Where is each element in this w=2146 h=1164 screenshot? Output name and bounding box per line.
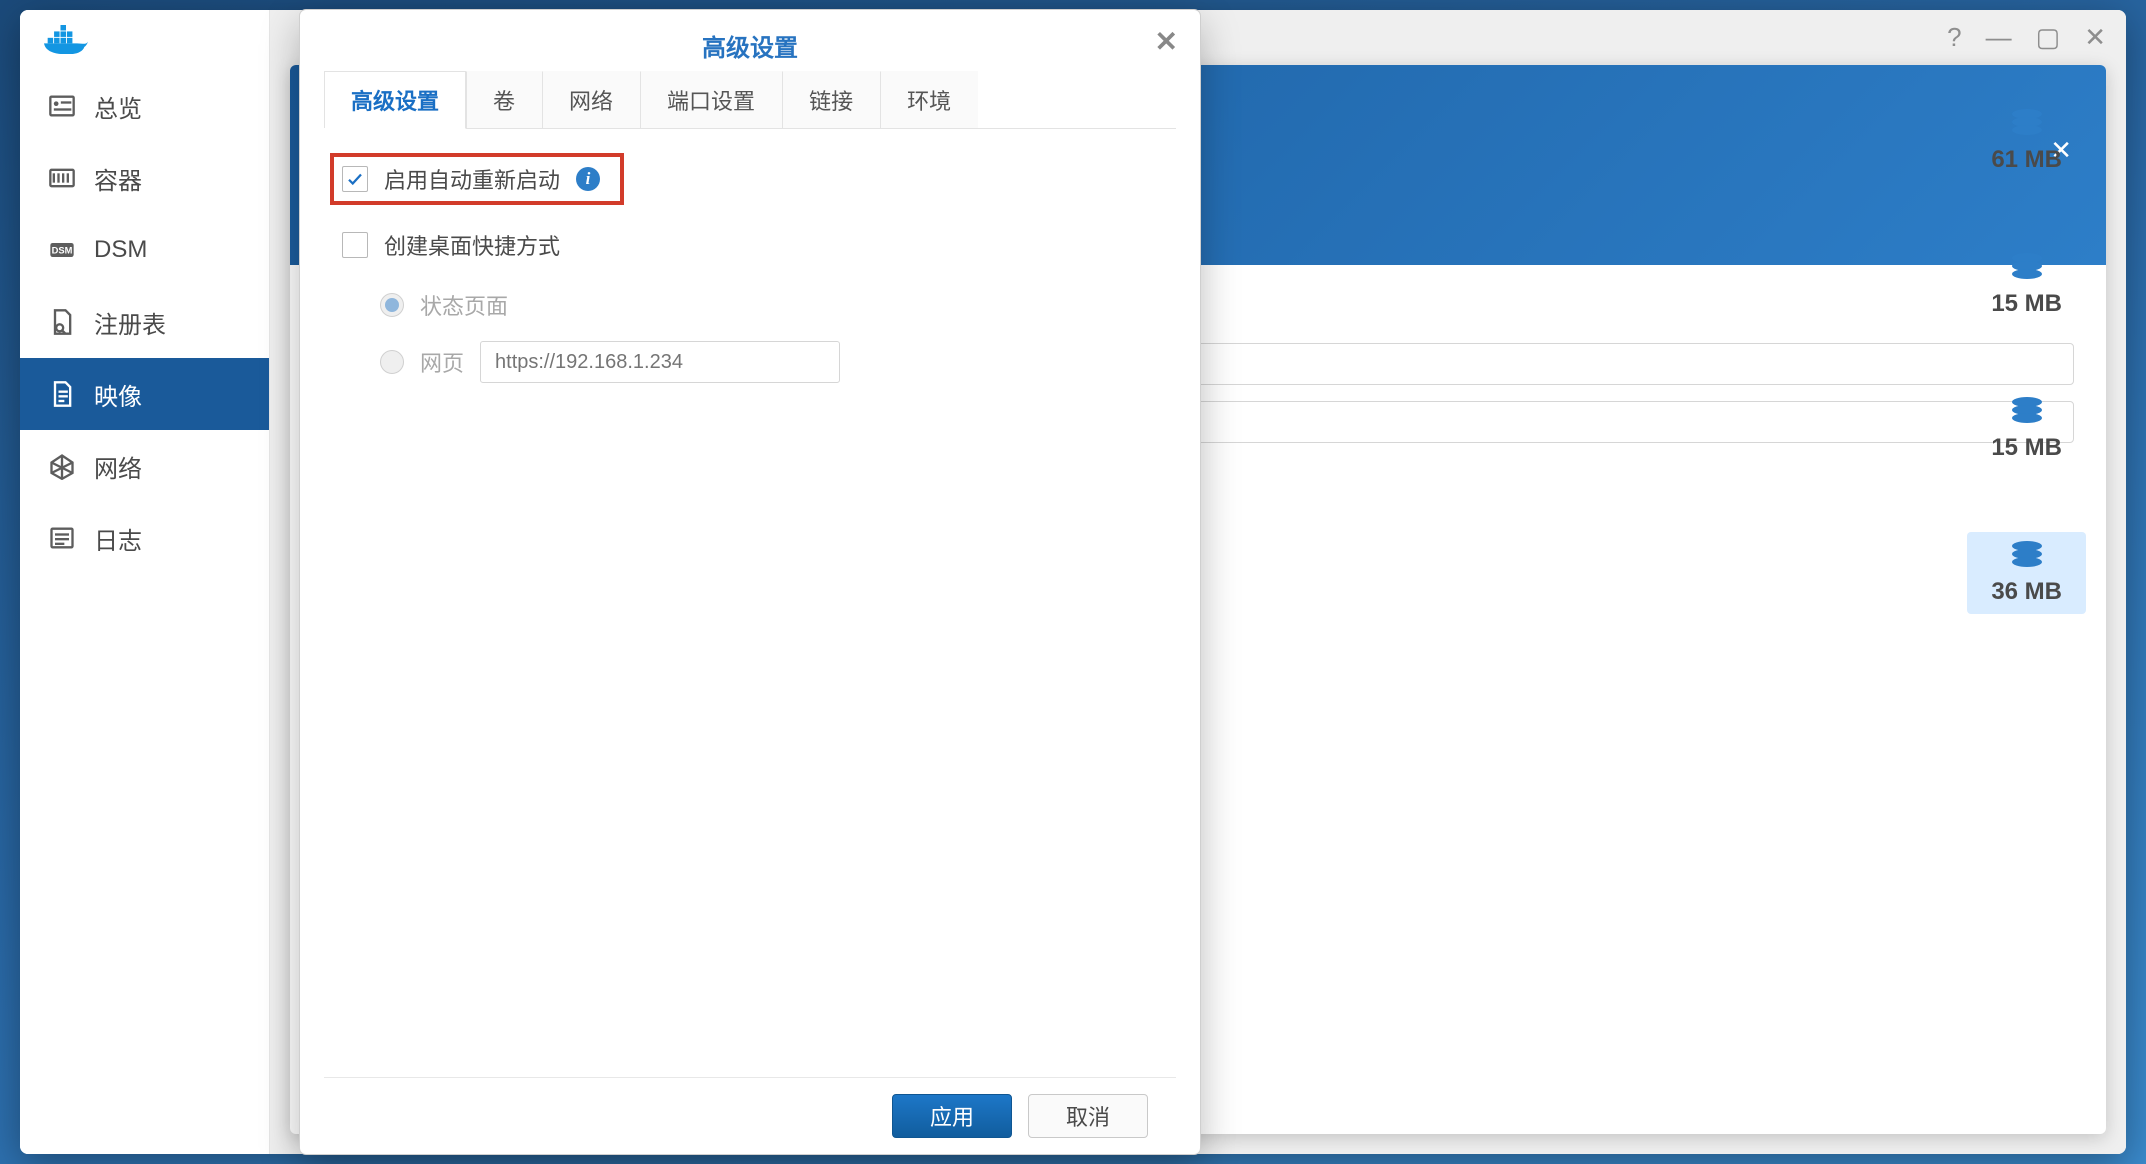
overview-icon [48, 92, 76, 120]
image-size-item[interactable]: 15 MB [1967, 244, 2086, 326]
tab-volume[interactable]: 卷 [466, 71, 542, 128]
webpage-url-input[interactable] [480, 341, 840, 383]
tab-link[interactable]: 链接 [782, 71, 880, 128]
sidebar-item-label: 总览 [94, 89, 142, 124]
auto-restart-label: 启用自动重新启动 [384, 163, 560, 195]
sidebar: 总览 容器 DSM DSM 注册表 映像 网络 日志 [20, 10, 270, 1154]
tab-advanced[interactable]: 高级设置 [324, 71, 466, 129]
close-window-button[interactable]: ✕ [2084, 24, 2106, 50]
shortcut-type-group: 状态页面 网页 [380, 289, 1166, 383]
desktop-shortcut-label: 创建桌面快捷方式 [384, 229, 560, 261]
check-icon [346, 170, 364, 188]
sidebar-item-container[interactable]: 容器 [20, 142, 269, 214]
auto-restart-checkbox[interactable] [342, 166, 368, 192]
modal-title: 高级设置 ✕ [300, 10, 1200, 71]
modal-body: 启用自动重新启动 i 创建桌面快捷方式 状态页面 网页 [300, 129, 1200, 1077]
docker-logo-icon [44, 25, 88, 55]
sidebar-item-label: DSM [94, 236, 147, 264]
radio-webpage-label: 网页 [420, 346, 464, 378]
help-button[interactable]: ? [1947, 24, 1961, 50]
modal-close-icon[interactable]: ✕ [1155, 28, 1178, 56]
sidebar-item-dsm[interactable]: DSM DSM [20, 214, 269, 286]
network-icon [48, 452, 76, 480]
modal-footer: 应用 取消 [324, 1077, 1176, 1154]
tab-port[interactable]: 端口设置 [640, 71, 782, 128]
disk-icon [2009, 252, 2045, 280]
image-size-value: 15 MB [1991, 290, 2062, 318]
sidebar-item-network[interactable]: 网络 [20, 430, 269, 502]
sidebar-item-image[interactable]: 映像 [20, 358, 269, 430]
disk-icon [2009, 540, 2045, 568]
info-icon[interactable]: i [576, 167, 600, 191]
image-size-value: 15 MB [1991, 434, 2062, 462]
sidebar-item-label: 映像 [94, 377, 142, 412]
sidebar-item-label: 容器 [94, 161, 142, 196]
sidebar-item-label: 注册表 [94, 305, 166, 340]
disk-icon [2009, 396, 2045, 424]
tab-network[interactable]: 网络 [542, 71, 640, 128]
sidebar-item-registry[interactable]: 注册表 [20, 286, 269, 358]
log-icon [48, 524, 76, 552]
image-size-value: 61 MB [1991, 146, 2062, 174]
disk-icon [2009, 108, 2045, 136]
registry-icon [48, 308, 76, 336]
svg-text:DSM: DSM [52, 246, 73, 256]
cancel-button[interactable]: 取消 [1028, 1094, 1148, 1138]
minimize-button[interactable]: — [1986, 24, 2012, 50]
window-controls: ? — ▢ ✕ [1947, 24, 2106, 50]
radio-webpage-row: 网页 [380, 341, 1166, 383]
image-size-column: 61 MB 15 MB 15 MB 36 MB [1967, 100, 2086, 614]
sidebar-item-label: 日志 [94, 521, 142, 556]
image-icon [48, 380, 76, 408]
image-size-value: 36 MB [1991, 578, 2062, 606]
maximize-button[interactable]: ▢ [2036, 24, 2061, 50]
radio-status-row: 状态页面 [380, 289, 1166, 321]
sidebar-item-label: 网络 [94, 449, 142, 484]
image-size-item[interactable]: 15 MB [1967, 388, 2086, 470]
apply-button[interactable]: 应用 [892, 1094, 1012, 1138]
desktop-shortcut-row: 创建桌面快捷方式 [334, 223, 1166, 267]
tab-env[interactable]: 环境 [880, 71, 978, 128]
modal-title-text: 高级设置 [702, 35, 798, 62]
image-size-item[interactable]: 61 MB [1967, 100, 2086, 182]
sidebar-item-log[interactable]: 日志 [20, 502, 269, 574]
radio-status-page[interactable] [380, 293, 404, 317]
desktop-shortcut-checkbox[interactable] [342, 232, 368, 258]
radio-status-label: 状态页面 [420, 289, 508, 321]
radio-webpage[interactable] [380, 350, 404, 374]
container-icon [48, 164, 76, 192]
advanced-settings-modal: 高级设置 ✕ 高级设置 卷 网络 端口设置 链接 环境 启用自动重新启动 i 创… [300, 10, 1200, 1154]
image-size-item[interactable]: 36 MB [1967, 532, 2086, 614]
dsm-icon: DSM [48, 236, 76, 264]
auto-restart-row: 启用自动重新启动 i [334, 157, 620, 201]
modal-tabs: 高级设置 卷 网络 端口设置 链接 环境 [324, 71, 1176, 129]
sidebar-item-overview[interactable]: 总览 [20, 70, 269, 142]
